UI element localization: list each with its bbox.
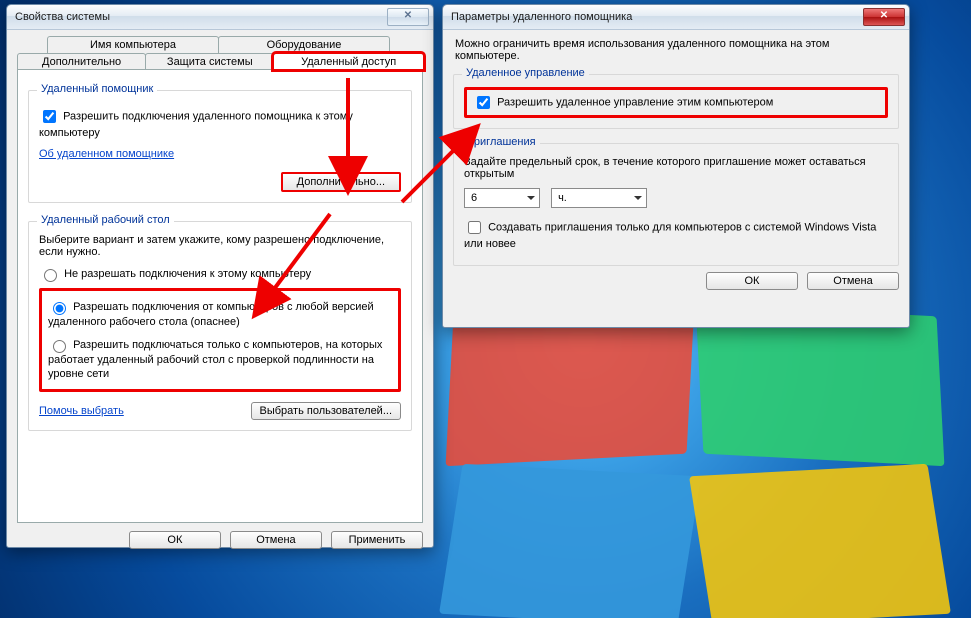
system-properties-title: Свойства системы <box>15 11 387 23</box>
close-icon[interactable]: ✕ <box>863 8 905 26</box>
tab-advanced[interactable]: Дополнительно <box>17 53 146 70</box>
cancel-button[interactable]: Отмена <box>807 272 899 290</box>
windows-logo-decoration <box>430 310 950 610</box>
allow-remote-control-checkbox[interactable] <box>477 96 490 109</box>
select-users-button[interactable]: Выбрать пользователей... <box>251 402 402 420</box>
group-invitations: Приглашения Задайте предельный срок, в т… <box>453 143 899 266</box>
remote-assistant-settings-titlebar[interactable]: Параметры удаленного помощника ✕ <box>443 5 909 30</box>
apply-button[interactable]: Применить <box>331 531 423 549</box>
group-remote-desktop: Удаленный рабочий стол Выберите вариант … <box>28 221 412 431</box>
system-properties-window: Свойства системы ✕ Имя компьютера Оборуд… <box>6 4 434 548</box>
allow-remote-control-row[interactable]: Разрешить удаленное управление этим комп… <box>473 93 879 112</box>
rdp-option-none-row[interactable]: Не разрешать подключения к этому компьют… <box>39 266 401 282</box>
rdp-option-nla-label: Разрешить подключаться только с компьюте… <box>48 339 382 380</box>
rdp-option-any-label: Разрешать подключения от компьютеров с л… <box>48 301 374 328</box>
remote-assistant-settings-window: Параметры удаленного помощника ✕ Можно о… <box>442 4 910 328</box>
group-remote-control: Удаленное управление Разрешить удаленное… <box>453 74 899 129</box>
group-invitations-legend: Приглашения <box>462 136 540 148</box>
vista-only-checkbox[interactable] <box>468 221 481 234</box>
cancel-button[interactable]: Отмена <box>230 531 322 549</box>
group-remote-desktop-legend: Удаленный рабочий стол <box>37 214 174 226</box>
about-remote-assistant-link[interactable]: Об удаленном помощнике <box>39 148 174 160</box>
rdp-options-highlighted: Разрешать подключения от компьютеров с л… <box>39 288 401 392</box>
rdp-option-none-radio[interactable] <box>44 269 57 282</box>
rdp-option-nla-row[interactable]: Разрешить подключаться только с компьюте… <box>48 337 392 381</box>
tab-remote-access[interactable]: Удаленный доступ <box>273 53 424 70</box>
advanced-button[interactable]: Дополнительно... <box>281 172 401 192</box>
allow-remote-control-highlight: Разрешить удаленное управление этим комп… <box>464 87 888 118</box>
rdp-option-any-radio[interactable] <box>53 302 66 315</box>
allow-remote-assistant-checkbox[interactable] <box>43 110 56 123</box>
invitation-duration-number[interactable]: 6 <box>464 188 540 208</box>
invitation-duration-unit[interactable]: ч. <box>551 188 647 208</box>
desktop-background: Свойства системы ✕ Имя компьютера Оборуд… <box>0 0 971 618</box>
rdp-option-nla-radio[interactable] <box>53 340 66 353</box>
ok-button[interactable]: ОК <box>129 531 221 549</box>
group-remote-assistant: Удаленный помощник Разрешить подключения… <box>28 90 412 203</box>
tab-system-protection[interactable]: Защита системы <box>145 53 274 70</box>
group-remote-control-legend: Удаленное управление <box>462 67 589 79</box>
tab-hardware[interactable]: Оборудование <box>218 36 390 53</box>
rdp-instruction-text: Выберите вариант и затем укажите, кому р… <box>39 234 401 258</box>
help-choose-link[interactable]: Помочь выбрать <box>39 405 124 417</box>
allow-remote-control-label: Разрешить удаленное управление этим комп… <box>497 96 773 108</box>
intro-text: Можно ограничить время использования уда… <box>455 38 897 62</box>
rdp-option-any-row[interactable]: Разрешать подключения от компьютеров с л… <box>48 299 392 329</box>
vista-only-label: Создавать приглашения только для компьют… <box>464 221 876 250</box>
allow-remote-assistant-label: Разрешить подключения удаленного помощни… <box>39 110 353 139</box>
system-properties-titlebar[interactable]: Свойства системы ✕ <box>7 5 433 30</box>
allow-remote-assistant-row[interactable]: Разрешить подключения удаленного помощни… <box>39 107 401 140</box>
close-icon[interactable]: ✕ <box>387 8 429 26</box>
invitation-instruction-text: Задайте предельный срок, в течение котор… <box>464 156 888 180</box>
ok-button[interactable]: ОК <box>706 272 798 290</box>
rdp-option-none-label: Не разрешать подключения к этому компьют… <box>64 268 311 280</box>
group-remote-assistant-legend: Удаленный помощник <box>37 83 157 95</box>
remote-assistant-settings-title: Параметры удаленного помощника <box>451 11 863 23</box>
vista-only-row[interactable]: Создавать приглашения только для компьют… <box>464 218 888 251</box>
tab-computer-name[interactable]: Имя компьютера <box>47 36 219 53</box>
